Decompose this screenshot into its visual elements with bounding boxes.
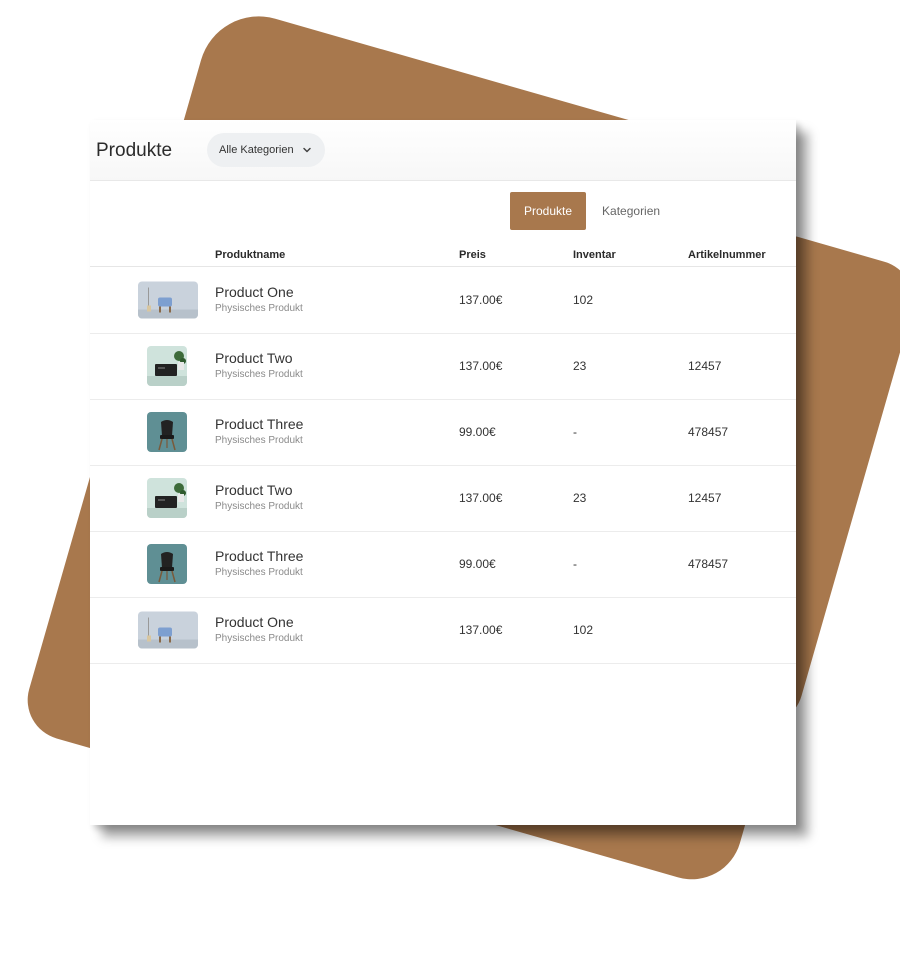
product-sku: 12457 <box>688 359 722 373</box>
column-header-produktname[interactable]: Produktname <box>215 249 285 261</box>
product-thumbnail[interactable] <box>147 412 187 452</box>
product-inventory: 102 <box>573 293 594 307</box>
product-name[interactable]: Product Two <box>215 482 293 498</box>
product-type: Physisches Produkt <box>215 369 303 380</box>
product-name[interactable]: Product Three <box>215 416 303 432</box>
category-dropdown-label: Alle Kategorien <box>219 144 294 156</box>
product-inventory: 23 <box>573 491 587 505</box>
product-price: 137.00€ <box>459 623 503 637</box>
category-dropdown[interactable]: Alle Kategorien <box>207 133 325 167</box>
product-price: 99.00€ <box>459 557 496 571</box>
product-thumbnail[interactable] <box>147 478 187 518</box>
product-thumbnail[interactable] <box>147 346 187 386</box>
product-type: Physisches Produkt <box>215 567 303 578</box>
table-header: Produktname Preis Inventar Artikelnummer <box>90 248 796 267</box>
table-row[interactable]: Product Two Physisches Produkt 137.00€ 23 12… <box>90 333 796 400</box>
product-name[interactable]: Product Three <box>215 548 303 564</box>
product-sku: 12457 <box>688 491 722 505</box>
table-row[interactable]: Product One Physisches Produkt 137.00€ 102 <box>90 597 796 664</box>
tab-kategorien[interactable]: Kategorien <box>586 192 674 230</box>
table-row[interactable]: Product Three Physisches Produkt 99.00€ - 47… <box>90 399 796 466</box>
product-inventory: 23 <box>573 359 587 373</box>
product-type: Physisches Produkt <box>215 435 303 446</box>
column-header-inventar[interactable]: Inventar <box>573 249 616 261</box>
product-inventory: - <box>573 425 577 439</box>
table-row[interactable]: Product Three Physisches Produkt 99.00€ - 47… <box>90 531 796 598</box>
column-header-artikelnummer[interactable]: Artikelnummer <box>688 249 766 261</box>
tab-produkte[interactable]: Produkte <box>510 192 587 230</box>
view-tabs: Produkte Kategorien <box>510 192 674 230</box>
product-type: Physisches Produkt <box>215 303 303 314</box>
product-thumbnail[interactable] <box>147 544 187 584</box>
product-type: Physisches Produkt <box>215 501 303 512</box>
product-type: Physisches Produkt <box>215 633 303 644</box>
product-name[interactable]: Product Two <box>215 350 293 366</box>
products-panel: Produkte Alle Kategorien Produkte Katego… <box>90 120 796 825</box>
product-price: 99.00€ <box>459 425 496 439</box>
product-inventory: - <box>573 557 577 571</box>
product-thumbnail[interactable] <box>138 281 198 319</box>
product-price: 137.00€ <box>459 293 503 307</box>
product-name[interactable]: Product One <box>215 284 294 300</box>
product-price: 137.00€ <box>459 491 503 505</box>
top-bar: Produkte Alle Kategorien <box>90 120 796 181</box>
page-title: Produkte <box>96 140 173 161</box>
product-price: 137.00€ <box>459 359 503 373</box>
product-inventory: 102 <box>573 623 594 637</box>
product-sku: 478457 <box>688 557 729 571</box>
product-name[interactable]: Product One <box>215 614 294 630</box>
column-header-preis[interactable]: Preis <box>459 249 486 261</box>
chevron-down-icon <box>303 147 311 153</box>
product-sku: 478457 <box>688 425 729 439</box>
table-row[interactable]: Product Two Physisches Produkt 137.00€ 23 12… <box>90 465 796 532</box>
table-row[interactable]: Product One Physisches Produkt 137.00€ 102 <box>90 267 796 334</box>
product-thumbnail[interactable] <box>138 611 198 649</box>
